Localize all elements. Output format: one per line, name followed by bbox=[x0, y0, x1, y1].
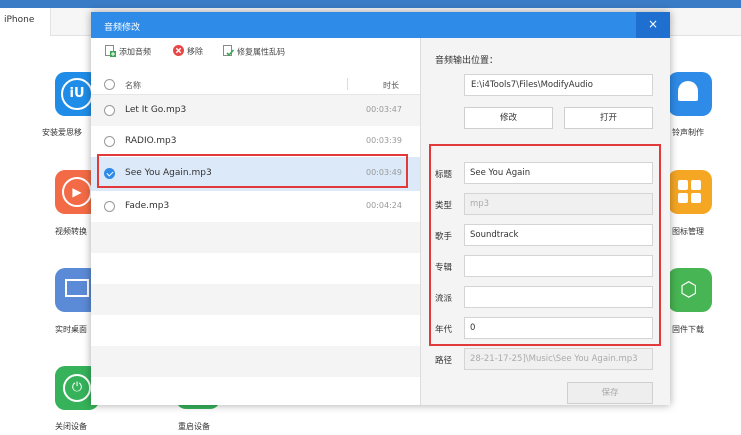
list-item[interactable]: RADIO.mp3 00:03:39 bbox=[91, 126, 420, 157]
audio-list-pane: 添加音频 移除 修复属性乱码 名称 时长 Let It Go.mp3 00:03… bbox=[91, 38, 421, 405]
empty-row bbox=[91, 284, 420, 315]
add-file-icon bbox=[105, 45, 116, 59]
install-app-label: 安装爱思移 bbox=[42, 128, 82, 137]
empty-row bbox=[91, 222, 420, 253]
close-icon[interactable]: × bbox=[636, 12, 670, 38]
file-name: Let It Go.mp3 bbox=[125, 105, 187, 115]
column-divider bbox=[347, 78, 348, 90]
output-path-field[interactable]: E:\i4Tools7\Files\ModifyAudio bbox=[464, 74, 653, 96]
audio-edit-dialog: 音频修改 × 添加音频 移除 修复属性乱码 名称 时长 Let It Go.mp… bbox=[91, 12, 670, 405]
file-name: Fade.mp3 bbox=[125, 201, 170, 211]
file-path-field: 28-21-17-25]\Music\See You Again.mp3 bbox=[464, 348, 653, 370]
column-duration-header: 时长 bbox=[383, 81, 399, 90]
selection-highlight-box bbox=[97, 154, 408, 188]
add-audio-button[interactable]: 添加音频 bbox=[105, 45, 151, 61]
row-radio[interactable] bbox=[104, 201, 115, 212]
file-path-label: 路径 bbox=[435, 356, 453, 366]
modify-path-button[interactable]: 修改 bbox=[464, 107, 553, 129]
empty-row bbox=[91, 346, 420, 377]
restart-device-label: 重启设备 bbox=[178, 422, 210, 431]
realtime-desktop-label: 实时桌面 bbox=[55, 325, 87, 334]
fix-garbled-button[interactable]: 修复属性乱码 bbox=[223, 45, 285, 61]
firmware-download-icon[interactable]: ⬡ bbox=[668, 268, 712, 312]
list-item[interactable]: Let It Go.mp3 00:03:47 bbox=[91, 95, 420, 126]
list-item[interactable]: Fade.mp3 00:04:24 bbox=[91, 191, 420, 222]
repair-file-icon bbox=[223, 45, 235, 59]
fix-garbled-label: 修复属性乱码 bbox=[237, 47, 285, 57]
remove-label: 移除 bbox=[187, 47, 203, 56]
dialog-title: 音频修改 bbox=[104, 23, 141, 33]
tab-iphone-label: iPhone bbox=[4, 15, 35, 25]
audio-properties-pane: 音频输出位置： E:\i4Tools7\Files\ModifyAudio 修改… bbox=[421, 38, 670, 405]
select-all-radio[interactable] bbox=[104, 79, 115, 90]
row-radio[interactable] bbox=[104, 105, 115, 116]
properties-highlight-box bbox=[429, 144, 661, 346]
firmware-download-label: 固件下载 bbox=[672, 325, 704, 334]
file-duration: 00:03:47 bbox=[366, 105, 402, 114]
add-audio-label: 添加音频 bbox=[119, 47, 151, 57]
file-duration: 00:03:39 bbox=[366, 136, 402, 145]
dialog-title-bar: 音频修改 × bbox=[91, 12, 670, 38]
output-location-label: 音频输出位置： bbox=[435, 56, 499, 66]
save-button[interactable]: 保存 bbox=[567, 382, 653, 404]
row-radio[interactable] bbox=[104, 136, 115, 147]
file-duration: 00:04:24 bbox=[366, 201, 402, 210]
tab-iphone[interactable]: iPhone bbox=[0, 8, 51, 36]
ringtone-maker-icon[interactable] bbox=[668, 72, 712, 116]
open-folder-button[interactable]: 打开 bbox=[564, 107, 653, 129]
remove-button[interactable]: 移除 bbox=[173, 45, 203, 61]
remove-icon bbox=[173, 45, 184, 58]
icon-manager-icon[interactable] bbox=[668, 170, 712, 214]
icon-manager-label: 图标管理 bbox=[672, 227, 704, 236]
ringtone-maker-label: 铃声制作 bbox=[672, 128, 704, 137]
column-name-header: 名称 bbox=[125, 81, 141, 90]
power-off-label: 关闭设备 bbox=[55, 422, 87, 431]
file-name: RADIO.mp3 bbox=[125, 136, 177, 146]
list-header: 名称 时长 bbox=[91, 74, 420, 95]
app-title-bar bbox=[0, 0, 741, 8]
video-convert-label: 视频转换 bbox=[55, 227, 87, 236]
